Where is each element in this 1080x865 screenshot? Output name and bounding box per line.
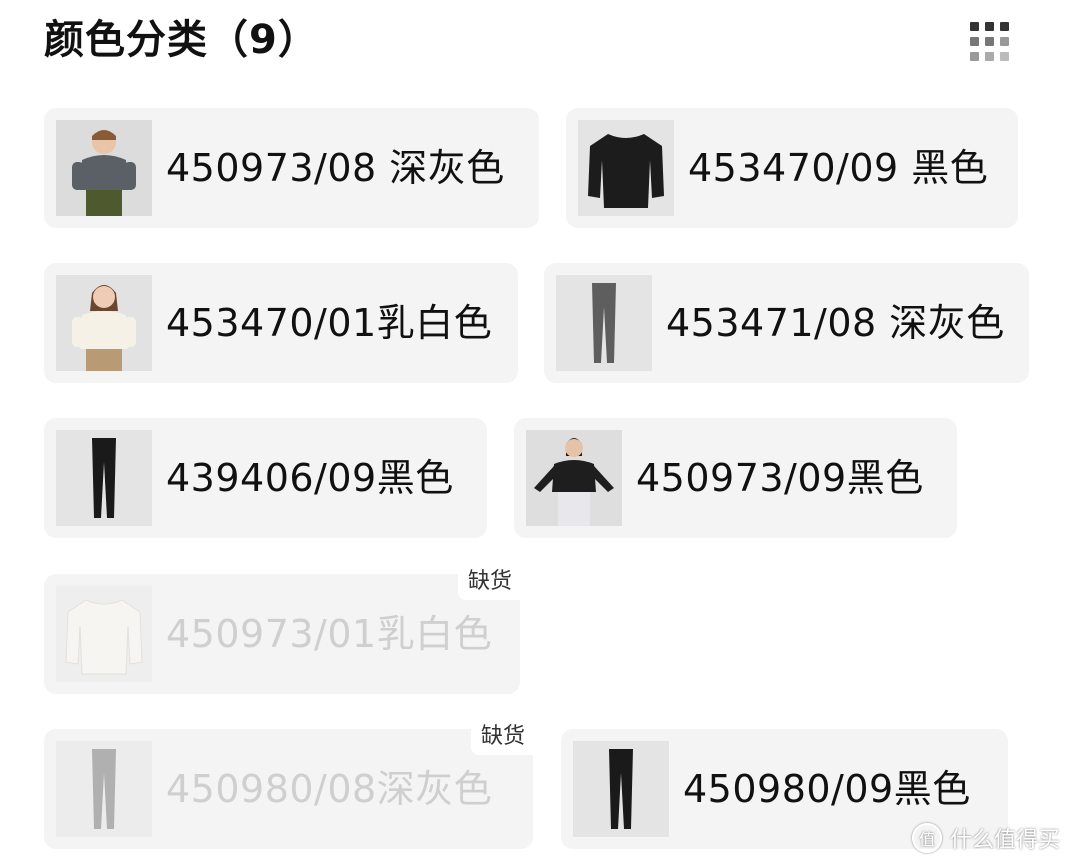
variant-label: 450973/08 深灰色	[166, 146, 505, 190]
variant-card-450973-01[interactable]: 450973/01乳白色 缺货	[44, 566, 520, 694]
grid-dot	[1000, 22, 1009, 31]
variant-card-450973-09[interactable]: 450973/09黑色	[514, 418, 957, 538]
dark-gray-leggings-thumbnail	[556, 275, 652, 371]
kid-model-dark-gray-sweater-thumbnail	[56, 120, 152, 216]
variant-card-450980-08[interactable]: 450980/08深灰色 缺货	[44, 721, 533, 849]
grid-dot	[985, 22, 994, 31]
grid-dot	[985, 52, 994, 61]
watermark: 值 什么值得买	[912, 820, 1060, 856]
variant-card-450973-08[interactable]: 450973/08 深灰色	[44, 108, 539, 228]
grid-dot	[1000, 52, 1009, 61]
variant-label: 453470/09 黑色	[688, 146, 989, 190]
grid-dot	[970, 37, 979, 46]
grid-view-icon[interactable]	[968, 20, 1014, 64]
grid-dot	[970, 52, 979, 61]
variant-label: 453470/01乳白色	[166, 301, 493, 345]
out-of-stock-badge: 缺货	[470, 721, 533, 755]
watermark-text: 什么值得买	[950, 828, 1061, 853]
variant-label: 450973/01乳白色	[166, 612, 493, 656]
kid-model-cream-top-thumbnail	[56, 275, 152, 371]
variant-card-439406-09[interactable]: 439406/09黑色	[44, 418, 487, 538]
variant-label: 450980/08深灰色	[166, 767, 493, 811]
cream-long-sleeve-top-thumbnail	[56, 586, 152, 682]
variant-card-453470-01[interactable]: 453470/01乳白色	[44, 263, 518, 383]
grid-dot	[985, 37, 994, 46]
variant-card-453471-08[interactable]: 453471/08 深灰色	[544, 263, 1029, 383]
variant-label: 439406/09黑色	[166, 456, 454, 500]
page-title: 颜色分类（9）	[44, 17, 319, 63]
kid-model-black-sweater-thumbnail	[526, 430, 622, 526]
black-long-sleeve-top-thumbnail	[578, 120, 674, 216]
variant-label: 450973/09黑色	[636, 456, 924, 500]
smzdm-logo-icon: 值	[912, 823, 942, 853]
black-leggings-thumbnail	[56, 430, 152, 526]
black-leggings-thumbnail	[573, 741, 669, 837]
grid-dot	[970, 22, 979, 31]
grid-dot	[1000, 37, 1009, 46]
variant-card-453470-09[interactable]: 453470/09 黑色	[566, 108, 1018, 228]
variant-label: 453471/08 深灰色	[666, 301, 1005, 345]
out-of-stock-badge: 缺货	[457, 566, 520, 600]
dark-gray-leggings-thumbnail	[56, 741, 152, 837]
